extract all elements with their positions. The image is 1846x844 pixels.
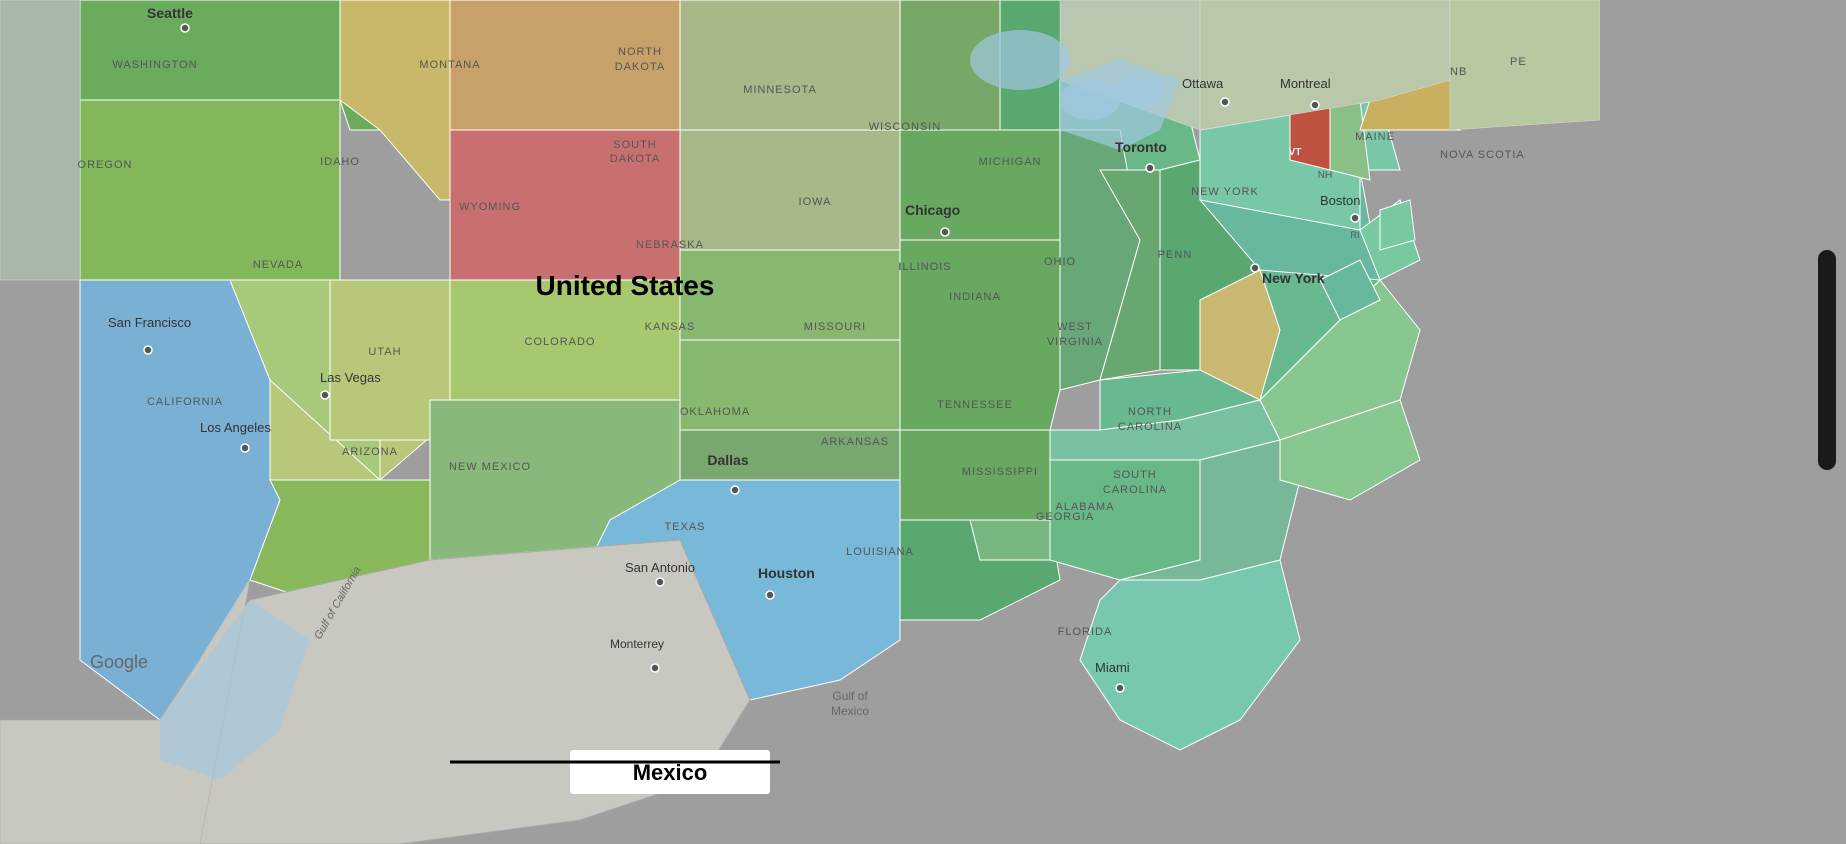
svg-text:NEW MEXICO: NEW MEXICO: [449, 461, 531, 473]
svg-text:SOUTH: SOUTH: [613, 139, 657, 151]
svg-text:New York: New York: [1262, 270, 1325, 286]
svg-text:Mexico: Mexico: [633, 760, 708, 785]
svg-text:IDAHO: IDAHO: [320, 156, 360, 168]
svg-text:PE: PE: [1510, 56, 1527, 68]
svg-text:NB: NB: [1450, 66, 1467, 78]
svg-text:KANSAS: KANSAS: [645, 321, 696, 333]
svg-text:NORTH: NORTH: [618, 46, 662, 58]
svg-text:United States: United States: [536, 270, 715, 301]
svg-text:TEXAS: TEXAS: [664, 521, 705, 533]
svg-text:NH: NH: [1318, 170, 1332, 181]
svg-text:IOWA: IOWA: [799, 196, 832, 208]
svg-text:Google: Google: [90, 652, 148, 672]
svg-text:CAROLINA: CAROLINA: [1118, 421, 1182, 433]
svg-text:Las Vegas: Las Vegas: [320, 370, 381, 385]
svg-text:GEORGIA: GEORGIA: [1036, 511, 1094, 523]
svg-text:DAKOTA: DAKOTA: [615, 61, 665, 73]
svg-text:WEST: WEST: [1057, 321, 1093, 333]
svg-text:Monterrey: Monterrey: [610, 637, 664, 651]
svg-text:WYOMING: WYOMING: [459, 201, 521, 213]
svg-text:MISSOURI: MISSOURI: [804, 321, 866, 333]
svg-text:LOUISIANA: LOUISIANA: [846, 546, 914, 558]
svg-text:CAROLINA: CAROLINA: [1103, 484, 1167, 496]
svg-text:CALIFORNIA: CALIFORNIA: [147, 396, 223, 408]
svg-text:MAINE: MAINE: [1355, 131, 1395, 143]
svg-text:MINNESOTA: MINNESOTA: [743, 84, 817, 96]
svg-text:MISSISSIPPI: MISSISSIPPI: [962, 466, 1038, 478]
svg-text:WISCONSIN: WISCONSIN: [869, 121, 942, 133]
svg-text:OKLAHOMA: OKLAHOMA: [680, 406, 750, 418]
svg-text:NEBRASKA: NEBRASKA: [636, 239, 704, 251]
svg-text:Los Angeles: Los Angeles: [200, 420, 271, 435]
svg-text:MONTANA: MONTANA: [419, 59, 480, 71]
svg-text:COLORADO: COLORADO: [525, 336, 596, 348]
svg-text:ILLINOIS: ILLINOIS: [898, 261, 951, 273]
svg-text:Toronto: Toronto: [1115, 139, 1167, 155]
svg-text:San Antonio: San Antonio: [625, 560, 695, 575]
svg-text:NEW YORK: NEW YORK: [1191, 186, 1259, 198]
svg-text:VIRGINIA: VIRGINIA: [1047, 336, 1103, 348]
svg-text:VT: VT: [1289, 147, 1302, 158]
svg-text:Montreal: Montreal: [1280, 76, 1331, 91]
svg-text:OHIO: OHIO: [1044, 256, 1076, 268]
svg-text:PENN: PENN: [1158, 249, 1193, 261]
svg-text:Seattle: Seattle: [147, 5, 193, 21]
map-container: WASHINGTON OREGON CALIFORNIA NEVADA IDAH…: [0, 0, 1846, 844]
svg-text:NOVA SCOTIA: NOVA SCOTIA: [1440, 149, 1525, 161]
svg-text:Dallas: Dallas: [707, 452, 748, 468]
map-svg: WASHINGTON OREGON CALIFORNIA NEVADA IDAH…: [0, 0, 1846, 844]
svg-text:Mexico: Mexico: [831, 704, 869, 718]
svg-text:WASHINGTON: WASHINGTON: [112, 59, 197, 71]
svg-text:Houston: Houston: [758, 565, 815, 581]
svg-text:MICHIGAN: MICHIGAN: [979, 156, 1042, 168]
svg-text:Ottawa: Ottawa: [1182, 76, 1224, 91]
svg-text:ARIZONA: ARIZONA: [342, 446, 398, 458]
svg-text:DAKOTA: DAKOTA: [610, 153, 660, 165]
svg-text:RI: RI: [1351, 230, 1360, 240]
svg-text:Chicago: Chicago: [905, 202, 960, 218]
svg-text:INDIANA: INDIANA: [949, 291, 1001, 303]
svg-text:UTAH: UTAH: [368, 346, 401, 358]
svg-text:NEVADA: NEVADA: [253, 259, 303, 271]
svg-text:TENNESSEE: TENNESSEE: [937, 399, 1013, 411]
svg-text:FLORIDA: FLORIDA: [1058, 626, 1113, 638]
svg-text:Boston: Boston: [1320, 193, 1360, 208]
svg-text:San Francisco: San Francisco: [108, 315, 191, 330]
svg-text:OREGON: OREGON: [78, 159, 133, 171]
svg-text:ARKANSAS: ARKANSAS: [821, 436, 889, 448]
svg-text:Gulf of: Gulf of: [832, 689, 868, 703]
svg-text:Miami: Miami: [1095, 660, 1130, 675]
svg-text:NORTH: NORTH: [1128, 406, 1172, 418]
svg-text:SOUTH: SOUTH: [1113, 469, 1157, 481]
